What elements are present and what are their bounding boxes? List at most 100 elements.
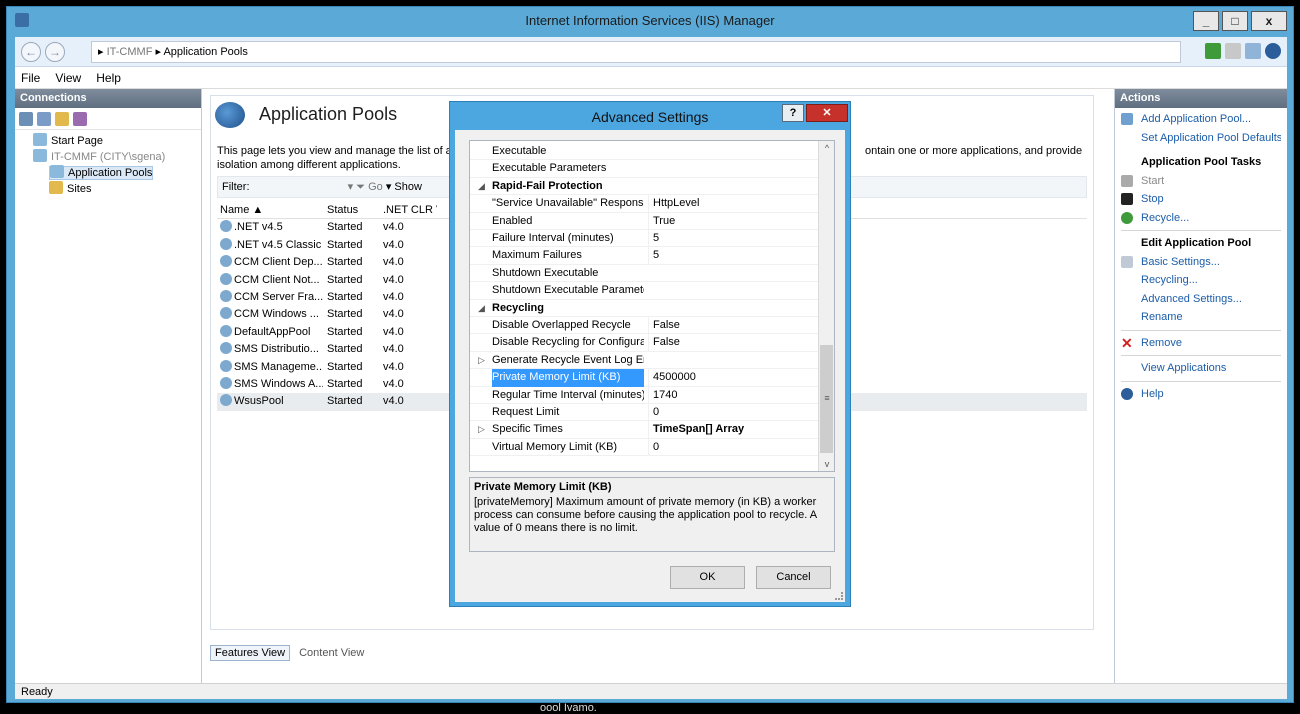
advanced-settings-link[interactable]: Advanced Settings... (1121, 290, 1281, 309)
tree-item-start-page[interactable]: Start Page (15, 133, 201, 149)
scroll-up-arrow[interactable]: ^ (819, 143, 834, 153)
expand-icon[interactable]: ▷ (478, 352, 485, 369)
column-status[interactable]: Status (323, 202, 377, 218)
disconnect-icon[interactable] (73, 111, 87, 126)
stop-icon[interactable] (1225, 43, 1241, 59)
menu-view[interactable]: View (49, 67, 87, 89)
pool-status: Started (327, 290, 363, 303)
property-value[interactable]: 5 (648, 247, 818, 265)
property-row[interactable]: Private Memory Limit (KB) 4500000 (470, 369, 819, 387)
dialog-close-button[interactable]: ✕ (806, 104, 848, 122)
start-link[interactable]: Start (1121, 172, 1281, 191)
property-row[interactable]: ▷ Specific Times TimeSpan[] Array (470, 421, 819, 439)
property-row[interactable]: ▷ Generate Recycle Event Log Entry (470, 352, 819, 370)
add-application-pool-link[interactable]: Add Application Pool... (1121, 110, 1281, 129)
show-all-button[interactable]: ▾ Show (386, 181, 422, 193)
go-button[interactable]: ▾ ⏷ Go (348, 181, 383, 193)
pool-clr-version: v4.0 (383, 325, 404, 338)
scroll-grip-icon: ≡ (824, 393, 830, 403)
stop-link[interactable]: Stop (1121, 190, 1281, 209)
help-icon[interactable] (1265, 43, 1281, 59)
connect-icon[interactable] (19, 111, 33, 126)
property-row[interactable]: "Service Unavailable" Response Type HttpL… (470, 195, 819, 213)
property-row[interactable]: Virtual Memory Limit (KB) 0 (470, 438, 819, 457)
property-row[interactable]: Enabled True (470, 212, 819, 230)
close-button[interactable]: x (1251, 11, 1287, 31)
property-row[interactable]: Shutdown Executable Parameters (470, 282, 819, 300)
property-value[interactable]: 0 (648, 438, 818, 457)
property-name: Disable Overlapped Recycle (492, 319, 631, 331)
property-value[interactable]: False (648, 317, 818, 335)
property-value[interactable]: HttpLevel (648, 195, 818, 213)
menu-help[interactable]: Help (90, 67, 127, 89)
pool-clr-version: v4.0 (383, 256, 404, 269)
breadcrumb-page[interactable]: Application Pools (163, 46, 247, 58)
property-scrollbar[interactable]: ^ ≡ v (818, 141, 834, 471)
property-value[interactable]: 1740 (648, 386, 818, 404)
column-name[interactable]: Name ▲ (217, 202, 323, 218)
property-value[interactable]: False (648, 334, 818, 352)
title-bar[interactable]: Internet Information Services (IIS) Mana… (7, 7, 1293, 35)
refresh-icon[interactable] (1205, 43, 1221, 59)
property-value[interactable]: 4500000 (648, 369, 818, 387)
breadcrumb-server[interactable]: IT-CMMF (107, 46, 153, 58)
tree-item-sites[interactable]: Sites (15, 181, 201, 197)
filter-input[interactable] (253, 179, 345, 193)
home-icon[interactable] (1245, 43, 1261, 59)
help-link[interactable]: Help (1121, 385, 1281, 404)
property-row[interactable]: Disable Recycling for Configuration Chan… (470, 334, 819, 352)
tree-item-server[interactable]: IT-CMMF (CITY\sgena) (15, 149, 201, 165)
pool-status: Started (327, 238, 363, 251)
set-defaults-link[interactable]: Set Application Pool Defaults... (1121, 129, 1281, 148)
features-view-tab[interactable]: Features View (210, 645, 291, 661)
expand-icon[interactable]: ▷ (478, 421, 485, 438)
pool-name: .NET v4.5 Classic (234, 238, 322, 251)
menu-file[interactable]: File (15, 67, 46, 89)
property-row[interactable]: Disable Overlapped Recycle False (470, 317, 819, 335)
remove-link[interactable]: ✕ Remove (1121, 334, 1281, 353)
save-icon[interactable] (37, 111, 51, 126)
recycle-link[interactable]: Recycle... (1121, 209, 1281, 228)
back-button[interactable]: ← (21, 42, 41, 62)
forward-button[interactable]: → (45, 42, 65, 62)
edit-pool-heading: Edit Application Pool (1141, 237, 1252, 249)
property-value[interactable]: 0 (648, 404, 818, 422)
property-category[interactable]: ◢ Recycling (470, 300, 819, 317)
column-clr[interactable]: .NET CLR V... (377, 202, 437, 218)
minimize-button[interactable]: _ (1193, 11, 1219, 31)
rename-link[interactable]: Rename (1121, 308, 1281, 327)
property-row[interactable]: Maximum Failures 5 (470, 247, 819, 265)
breadcrumb[interactable]: ▸ IT-CMMF ▸ Application Pools (91, 41, 1181, 63)
pool-clr-version: v4.0 (383, 221, 404, 234)
property-row[interactable]: Shutdown Executable (470, 265, 819, 283)
folder-up-icon[interactable] (55, 111, 69, 126)
property-name: Specific Times (492, 423, 563, 436)
basic-settings-link[interactable]: Basic Settings... (1121, 253, 1281, 272)
content-view-tab[interactable]: Content View (294, 645, 369, 661)
expand-icon[interactable]: ◢ (478, 300, 485, 317)
property-value[interactable]: 5 (648, 230, 818, 248)
scroll-down-arrow[interactable]: v (819, 459, 834, 469)
property-row[interactable]: Executable (470, 143, 819, 161)
property-value[interactable]: True (648, 212, 818, 230)
pool-clr-version: v4.0 (383, 395, 404, 408)
iis-app-icon (15, 13, 29, 27)
expand-icon[interactable]: ◢ (478, 178, 485, 195)
property-name: Shutdown Executable (492, 266, 599, 279)
property-row[interactable]: Failure Interval (minutes) 5 (470, 230, 819, 248)
property-row[interactable]: Regular Time Interval (minutes) 1740 (470, 386, 819, 404)
property-row[interactable]: Executable Parameters (470, 160, 819, 178)
maximize-button[interactable]: □ (1222, 11, 1248, 31)
view-applications-link[interactable]: View Applications (1121, 359, 1281, 378)
property-value[interactable]: TimeSpan[] Array (648, 421, 818, 439)
dialog-help-button[interactable]: ? (782, 104, 804, 122)
cancel-button[interactable]: Cancel (756, 566, 831, 589)
property-category[interactable]: ◢ Rapid-Fail Protection (470, 178, 819, 196)
property-row[interactable]: Request Limit 0 (470, 404, 819, 422)
resize-grip[interactable] (835, 592, 843, 600)
tree-item-application-pools[interactable]: Application Pools (49, 165, 154, 180)
ok-button[interactable]: OK (670, 566, 745, 589)
recycling-link[interactable]: Recycling... (1121, 271, 1281, 290)
connections-tree: Start Page IT-CMMF (CITY\sgena) Applicat… (15, 130, 201, 197)
go-icon: ⏷ (356, 181, 366, 193)
